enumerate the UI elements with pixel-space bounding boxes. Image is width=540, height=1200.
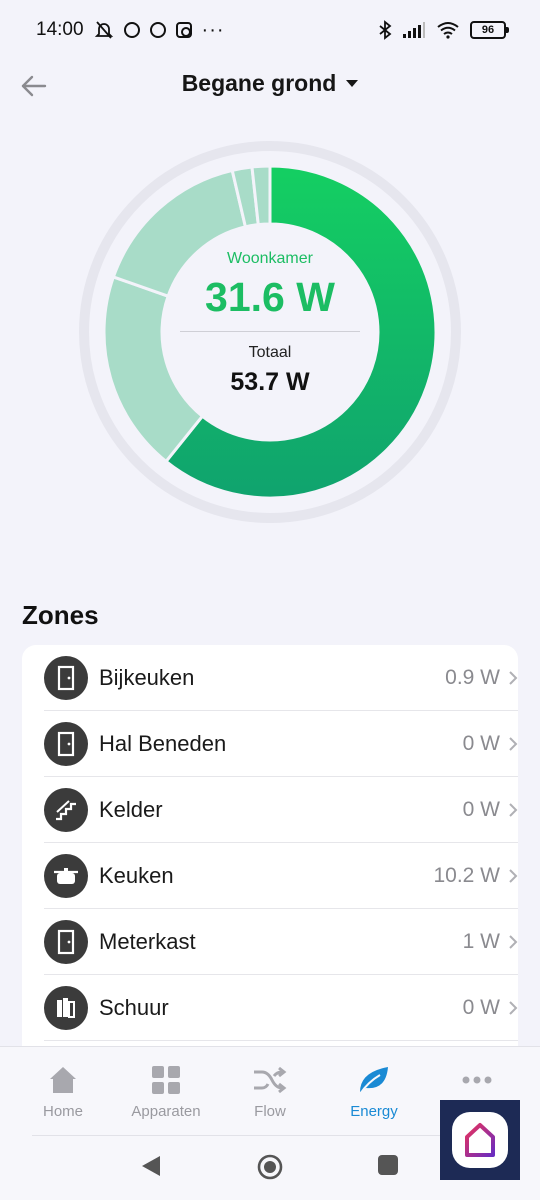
stairs-icon: [44, 788, 88, 832]
home-icon: [50, 1067, 76, 1093]
chevron-right-icon: [509, 737, 518, 751]
zone-name: Keuken: [99, 863, 174, 888]
instagram-icon: [175, 22, 192, 38]
zone-row-meterkast[interactable]: Meterkast 1 W: [44, 909, 518, 975]
page-title: Begane grond: [181, 70, 337, 96]
chevron-right-icon: [509, 869, 518, 883]
leaf-icon: [359, 1067, 388, 1095]
nav-more[interactable]: [425, 1063, 529, 1103]
zone-power: 10.2 W: [433, 864, 500, 887]
clock: 14:00: [36, 19, 84, 40]
zone-power: 0 W: [462, 732, 500, 755]
status-bar: 14:00 ··· 96: [0, 0, 540, 60]
zone-power: 0 W: [462, 798, 500, 821]
selected-zone-name: Woonkamer: [227, 250, 313, 267]
battery-indicator: 96: [470, 21, 509, 39]
zone-power: 0 W: [462, 996, 500, 1019]
system-home-icon[interactable]: [257, 1154, 283, 1180]
selected-zone-power: 31.6 W: [205, 274, 335, 320]
devices-icon: [152, 1066, 180, 1094]
zone-row-bijkeuken[interactable]: Bijkeuken 0.9 W: [44, 645, 518, 711]
homey-logo: [440, 1100, 520, 1180]
chevron-right-icon: [509, 935, 518, 949]
zone-name: Hal Beneden: [99, 731, 227, 756]
total-power: 53.7 W: [230, 368, 310, 396]
notification-circle-icon: [149, 22, 166, 38]
door-icon: [44, 656, 88, 700]
zone-name: Bijkeuken: [99, 665, 195, 690]
zone-row-kelder[interactable]: Kelder 0 W: [44, 777, 518, 843]
door-icon: [44, 920, 88, 964]
more-notifications-icon: ···: [201, 18, 225, 41]
zone-name: Meterkast: [99, 929, 196, 954]
wifi-icon: [437, 22, 459, 39]
nav-energy[interactable]: Energy: [322, 1063, 426, 1120]
header: Begane grond: [0, 60, 540, 110]
zones-list: Bijkeuken 0.9 W Hal Beneden 0 W Kelder 0…: [22, 645, 518, 1055]
shed-icon: [44, 986, 88, 1030]
divider: [44, 1040, 518, 1041]
zone-power: 1 W: [462, 930, 500, 953]
cooking-pot-icon: [44, 854, 88, 898]
total-label: Totaal: [248, 344, 292, 361]
zone-row-hal-beneden[interactable]: Hal Beneden 0 W: [44, 711, 518, 777]
zone-name: Kelder: [99, 797, 163, 822]
homey-house-icon: [465, 1123, 495, 1157]
chevron-right-icon: [509, 671, 518, 685]
nav-home[interactable]: Home: [11, 1063, 115, 1120]
notification-circle-icon: [123, 22, 140, 38]
donut-center: Woonkamer 31.6 W Totaal 53.7 W: [180, 250, 360, 397]
zone-name: Schuur: [99, 995, 169, 1020]
zone-power: 0.9 W: [445, 666, 500, 689]
flow-icon: [254, 1066, 287, 1094]
more-icon: [462, 1076, 492, 1084]
door-icon: [44, 722, 88, 766]
zone-row-schuur[interactable]: Schuur 0 W: [44, 975, 518, 1041]
system-recents-icon[interactable]: [377, 1154, 399, 1176]
nav-apparaten[interactable]: Apparaten: [114, 1063, 218, 1120]
divider: [180, 331, 360, 332]
chevron-right-icon: [509, 803, 518, 817]
zone-row-keuken[interactable]: Keuken 10.2 W: [44, 843, 518, 909]
mute-icon: [94, 21, 113, 39]
signal-icon: [403, 22, 425, 38]
system-back-icon[interactable]: [140, 1154, 162, 1178]
floor-selector[interactable]: Begane grond: [182, 70, 359, 97]
bluetooth-icon: [379, 20, 392, 40]
nav-flow[interactable]: Flow: [218, 1063, 322, 1120]
chevron-right-icon: [509, 1001, 518, 1015]
zones-heading: Zones: [22, 600, 99, 630]
caret-down-icon: [346, 80, 359, 87]
